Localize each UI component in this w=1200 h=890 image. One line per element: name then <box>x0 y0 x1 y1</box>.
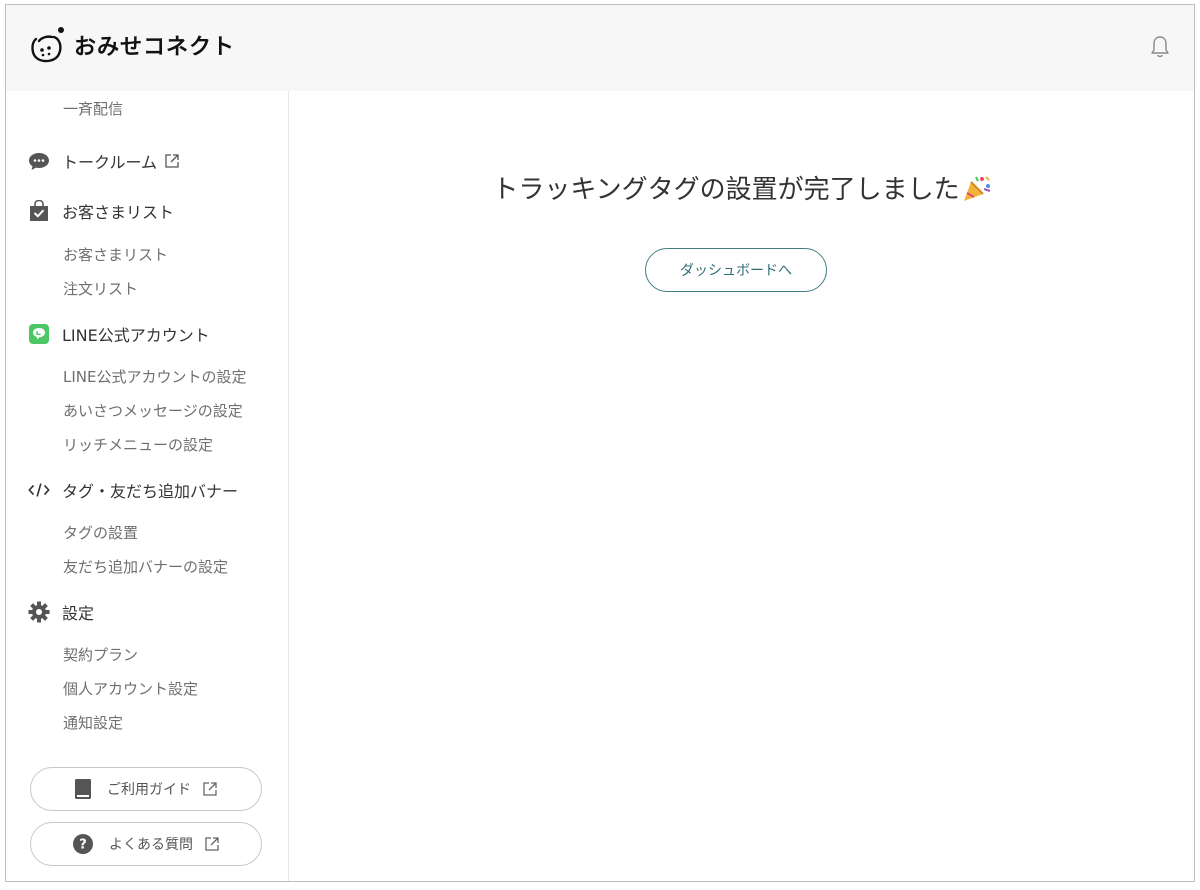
sidebar-section-line: LINE公式アカウント <box>28 322 210 346</box>
completion-title: トラッキングタグの設置が完了しました <box>290 169 1194 206</box>
shopping-bag-check-icon <box>28 200 50 222</box>
bell-icon[interactable] <box>1150 35 1170 59</box>
guide-button-label: ご利用ガイド <box>107 782 191 798</box>
faq-button[interactable]: ? よくある質問 <box>30 822 262 866</box>
guide-button[interactable]: ご利用ガイド <box>30 767 262 811</box>
faq-button-label: よくある質問 <box>109 837 193 853</box>
logo-face-icon <box>31 27 64 63</box>
sidebar-item-order-list[interactable]: 注文リスト <box>63 278 138 299</box>
completion-title-text: トラッキングタグの設置が完了しました <box>492 175 960 205</box>
party-popper-icon <box>963 176 990 201</box>
sidebar-item-broadcast[interactable]: 一斉配信 <box>63 98 123 119</box>
dashboard-button[interactable]: ダッシュボードへ <box>645 248 827 292</box>
sidebar-section-customers: お客さまリスト <box>28 199 174 223</box>
brand-name: おみせコネクト <box>74 35 236 60</box>
external-link-icon <box>205 837 219 851</box>
sidebar-item-contract-plan[interactable]: 契約プラン <box>63 644 138 665</box>
chat-bubble-icon <box>28 150 50 172</box>
sidebar-item-line-settings[interactable]: LINE公式アカウントの設定 <box>63 366 246 387</box>
sidebar-section-settings: 設定 <box>28 600 94 624</box>
top-header: おみせコネクト <box>6 5 1194 91</box>
sidebar-section-label: お客さまリスト <box>62 203 175 222</box>
sidebar-item-tag-install[interactable]: タグの設置 <box>63 522 138 543</box>
sidebar-section-label: LINE公式アカウント <box>62 326 210 345</box>
book-icon <box>75 779 91 799</box>
sidebar-item-greeting-settings[interactable]: あいさつメッセージの設定 <box>63 400 243 421</box>
sidebar-item-notification-settings[interactable]: 通知設定 <box>63 712 123 733</box>
gear-icon <box>28 601 50 623</box>
sidebar-section-label: タグ・友だち追加バナー <box>62 482 239 501</box>
sidebar-item-label: トークルーム <box>62 153 158 172</box>
line-badge-icon <box>28 323 50 345</box>
sidebar-section-tags: タグ・友だち追加バナー <box>28 478 238 502</box>
sidebar-item-rich-menu-settings[interactable]: リッチメニューの設定 <box>63 434 213 455</box>
main-content: トラッキングタグの設置が完了しました ダッシュボードへ <box>290 91 1194 881</box>
sidebar-item-personal-account[interactable]: 個人アカウント設定 <box>63 678 198 699</box>
app-window: おみせコネクト 一斉配信 トークルーム お客さまリスト お客さまリスト 注文リス… <box>5 4 1195 882</box>
brand-logo[interactable]: おみせコネクト <box>28 23 235 67</box>
external-link-icon <box>165 154 179 168</box>
svg-text:?: ? <box>79 838 87 853</box>
sidebar: 一斉配信 トークルーム お客さまリスト お客さまリスト 注文リスト LINE公式… <box>6 91 289 881</box>
code-icon <box>28 479 50 501</box>
sidebar-section-label: 設定 <box>62 604 95 623</box>
sidebar-item-talkroom[interactable]: トークルーム <box>28 149 179 173</box>
sidebar-item-friend-banner-settings[interactable]: 友だち追加バナーの設定 <box>63 556 228 577</box>
question-circle-icon: ? <box>73 834 93 854</box>
external-link-icon <box>203 782 217 796</box>
sidebar-item-customer-list[interactable]: お客さまリスト <box>63 244 168 265</box>
